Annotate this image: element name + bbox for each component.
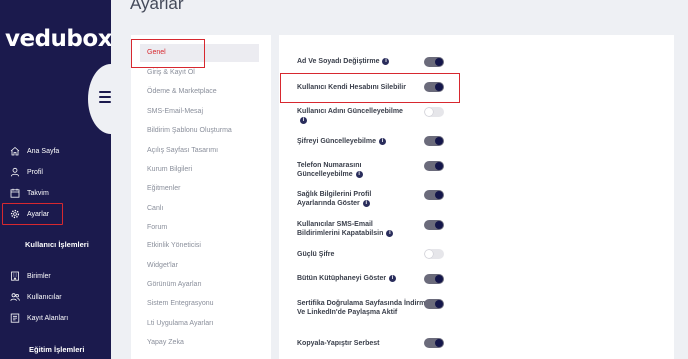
setting-label: Kullanıcı Kendi Hesabını Silebilir <box>297 84 406 91</box>
menu-item-sistem-entegrasyonu[interactable]: Sistem Entegrasyonu <box>147 300 214 307</box>
menu-item-kurum-bilgileri[interactable]: Kurum Bilgileri <box>147 166 192 173</box>
sidebar-item-ana-sayfa[interactable]: Ana Sayfa <box>10 144 59 158</box>
building-icon <box>11 271 19 281</box>
page-title: Ayarlar <box>130 0 184 13</box>
setting-toggle[interactable] <box>424 338 444 348</box>
active-item-highlight <box>2 203 63 225</box>
menu-toggle-icon[interactable] <box>99 91 111 106</box>
menu-item-bildirim-sablonu[interactable]: Bildirim Şablonu Oluşturma <box>147 127 232 134</box>
setting-toggle[interactable] <box>424 299 444 309</box>
menu-item-gorunum[interactable]: Görünüm Ayarları <box>147 281 202 288</box>
users-icon <box>10 293 20 301</box>
sidebar-item-label: Profil <box>27 168 43 176</box>
setting-row: Kullanıcı Kendi Hesabını Silebilir <box>297 83 417 92</box>
menu-item-odeme[interactable]: Ödeme & Marketplace <box>147 88 217 95</box>
setting-toggle[interactable] <box>424 136 444 146</box>
menu-item-etkinlik[interactable]: Etkinlik Yöneticisi <box>147 242 201 249</box>
menu-item-widgetlar[interactable]: Widget'lar <box>147 262 178 269</box>
setting-toggle[interactable] <box>424 274 444 284</box>
menu-item-canli[interactable]: Canlı <box>147 205 163 212</box>
setting-row: Güçlü Şifre <box>297 250 417 259</box>
sidebar-item-label: Birimler <box>27 272 51 280</box>
app-logo[interactable]: vedubox <box>5 26 111 52</box>
info-icon[interactable]: i <box>389 274 397 282</box>
menu-item-yapay-zeka[interactable]: Yapay Zeka <box>147 339 184 346</box>
setting-toggle[interactable] <box>424 107 444 117</box>
sidebar-item-kullanicilar[interactable]: Kullanıcılar <box>10 290 62 304</box>
info-icon[interactable]: i <box>378 137 386 145</box>
sidebar-item-birimler[interactable]: Birimler <box>10 269 51 283</box>
sidebar-item-takvim[interactable]: Takvim <box>10 186 49 200</box>
setting-label: Bütün Kütüphaneyi Göster <box>297 275 387 282</box>
setting-label: Ad Ve Soyadı Değiştirme <box>297 58 380 65</box>
setting-label: Güçlü Şifre <box>297 251 335 258</box>
setting-label: Şifreyi Güncelleyebilme <box>297 138 376 145</box>
setting-row: Telefon Numarasını Güncelleyebilme i <box>297 161 379 179</box>
menu-item-lti[interactable]: Lti Uygulama Ayarları <box>147 320 213 327</box>
setting-row: Ad Ve Soyadı Değiştirme i <box>297 57 417 66</box>
setting-row: Şifreyi Güncelleyebilme i <box>297 137 417 146</box>
menu-item-sms-email[interactable]: SMS-Email-Mesaj <box>147 108 203 115</box>
user-icon <box>10 167 20 177</box>
sidebar-item-label: Takvim <box>27 189 49 197</box>
setting-toggle[interactable] <box>424 57 444 67</box>
setting-label: Kullanıcı Adını Güncelleyebilme <box>297 108 403 115</box>
setting-row: Sertifika Doğrulama Sayfasında İndirme V… <box>297 299 437 317</box>
settings-menu: Genel Giriş & Kayıt Ol Ödeme & Marketpla… <box>131 35 271 359</box>
menu-item-forum[interactable]: Forum <box>147 224 167 231</box>
calendar-icon <box>10 188 20 198</box>
setting-row: Kullanıcılar SMS-Email Bildirimlerini Ka… <box>297 220 399 238</box>
setting-label: Sertifika Doğrulama Sayfasında İndirme V… <box>297 300 430 316</box>
info-icon[interactable]: i <box>386 229 394 237</box>
setting-toggle[interactable] <box>424 249 444 259</box>
info-icon[interactable]: i <box>382 57 390 65</box>
setting-toggle[interactable] <box>424 220 444 230</box>
sidebar-item-kayit-alanlari[interactable]: Kayıt Alanları <box>10 311 68 325</box>
setting-toggle[interactable] <box>424 82 444 92</box>
setting-row: Kullanıcı Adını Güncelleyebilme i <box>297 107 417 125</box>
setting-toggle[interactable] <box>424 190 444 200</box>
setting-label: Sağlık Bilgilerini Profil Ayarlarında Gö… <box>297 191 372 207</box>
menu-item-egitmenler[interactable]: Eğitmenler <box>147 185 180 192</box>
setting-row: Sağlık Bilgilerini Profil Ayarlarında Gö… <box>297 190 379 208</box>
setting-row: Bütün Kütüphaneyi Göster i <box>297 274 417 283</box>
info-icon[interactable]: i <box>355 170 363 178</box>
setting-row: Kopyala-Yapıştır Serbest <box>297 339 417 348</box>
menu-item-annotation-box <box>131 39 205 68</box>
sidebar-item-profil[interactable]: Profil <box>10 165 43 179</box>
sidebar-item-label: Kullanıcılar <box>27 293 62 301</box>
form-icon <box>10 313 20 323</box>
section-title-kullanici-islemleri: Kullanıcı İşlemleri <box>25 240 89 249</box>
sidebar-item-label: Ana Sayfa <box>27 147 60 155</box>
setting-label: Kopyala-Yapıştır Serbest <box>297 340 380 347</box>
settings-panel: Ad Ve Soyadı Değiştirme i Kullanıcı Kendi… <box>279 35 674 359</box>
sidebar: vedubox Ana Sayfa Profil Takvim Ayarlar … <box>0 0 111 359</box>
home-icon <box>10 146 20 156</box>
section-title-egitim-islemleri: Eğitim İşlemleri <box>29 345 85 354</box>
menu-item-acilis-sayfasi[interactable]: Açılış Sayfası Tasarımı <box>147 147 218 154</box>
info-icon[interactable]: i <box>300 116 307 124</box>
menu-item-giris-kayit[interactable]: Giriş & Kayıt Ol <box>147 69 195 76</box>
setting-label: Telefon Numarasını Güncelleyebilme <box>297 162 362 178</box>
sidebar-item-label: Kayıt Alanları <box>27 314 69 322</box>
setting-label: Kullanıcılar SMS-Email Bildirimlerini Ka… <box>297 221 384 237</box>
setting-toggle[interactable] <box>424 161 444 171</box>
info-icon[interactable]: i <box>362 199 370 207</box>
